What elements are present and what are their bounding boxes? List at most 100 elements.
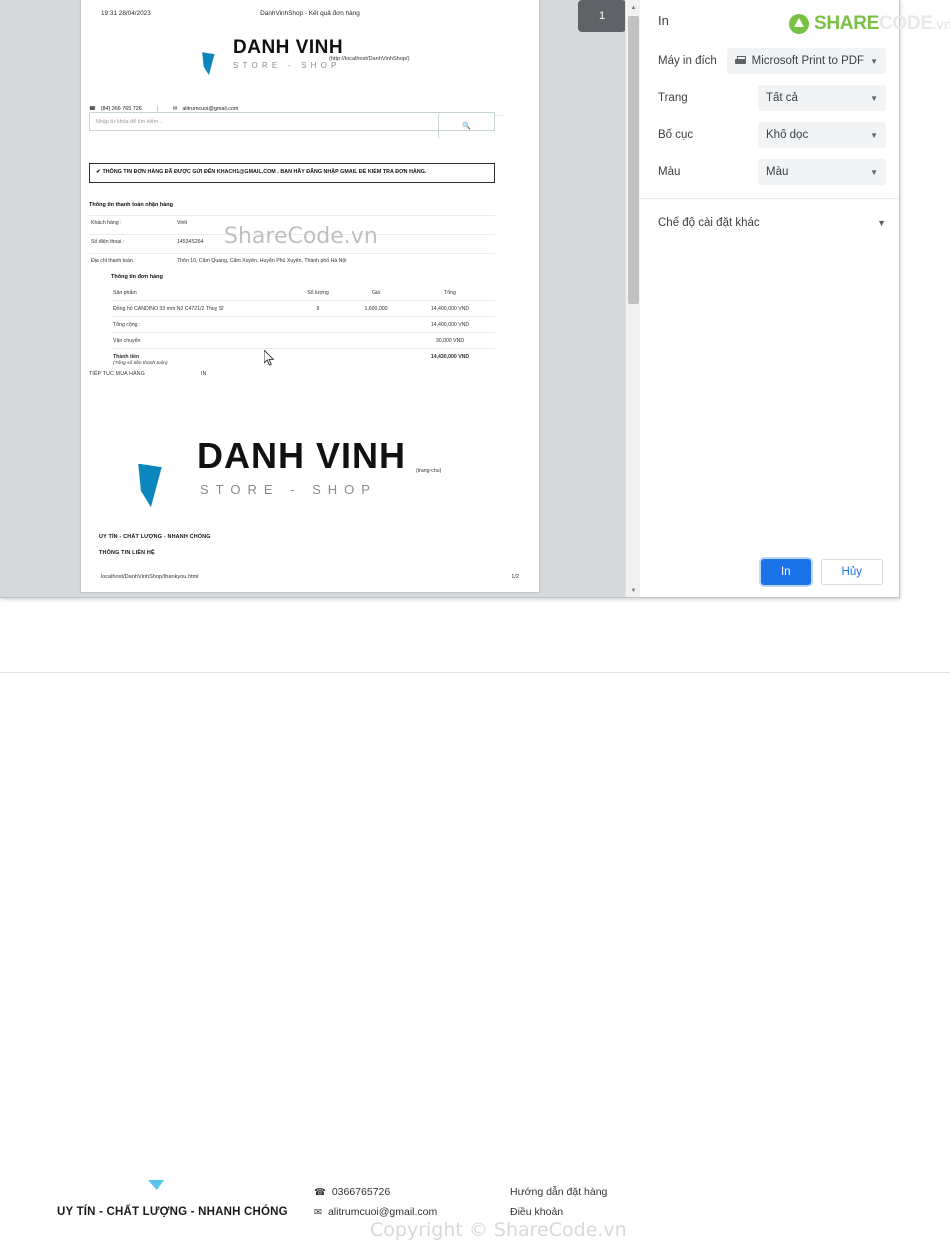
order-col-total: Tổng (444, 289, 456, 296)
sharecode-logo-icon (789, 14, 809, 34)
order-item-product: Đồng hồ CANDINO 33 mm N2 C4721/2 Thuỵ Sĩ (113, 305, 224, 312)
setting-color-label: Màu (658, 166, 681, 178)
shop-email: alitrumcuoi@gmail.com (182, 105, 239, 112)
scroll-down-arrow-icon[interactable]: ▼ (626, 583, 640, 597)
print-button[interactable]: In (760, 559, 811, 585)
destination-value: Microsoft Print to PDF (751, 55, 865, 67)
billing-row-phone: Số điện thoại : 14534S264 (89, 234, 495, 249)
billing-key-phone: Số điện thoại : (91, 239, 125, 245)
check-circle-icon: ✔ (96, 169, 101, 175)
billing-value-customer: Vinh (177, 220, 188, 226)
chevron-down-icon: ▼ (877, 218, 886, 228)
shop-logo-tagline: STORE - SHOP (233, 61, 341, 70)
settings-divider (640, 198, 899, 199)
site-footer-email: alitrumcuoi@gmail.com (327, 1206, 438, 1218)
print-link-button[interactable]: IN (201, 371, 207, 377)
search-input[interactable]: Nhập từ khóa để tìm kiếm... (90, 113, 438, 130)
layout-select[interactable]: Khổ dọc ▼ (758, 122, 886, 148)
envelope-icon: ✉ (314, 1206, 322, 1218)
pages-value: Tất cả (766, 92, 798, 104)
order-summary-grandtotal-label: Thành tiền (113, 353, 140, 360)
site-footer-copyright: Copyright © ShareCode.vn (370, 1219, 627, 1241)
color-select[interactable]: Màu ▼ (758, 159, 886, 185)
shop-logo-large-mark (113, 425, 197, 509)
home-link-label: (trang-chu) (416, 468, 442, 474)
setting-pages: Trang Tất cả ▼ (658, 85, 886, 111)
preview-timestamp: 19:31 28/04/2023 (101, 10, 151, 17)
preview-page: 19:31 28/04/2023 DanhVinhShop - Kết quả … (81, 0, 539, 592)
order-summary-grandtotal: Thành tiền (Tổng số tiền thanh toán) 14,… (111, 348, 495, 370)
shop-logo-mark (189, 32, 233, 76)
order-summary-shipping-value: 30,000 VND (435, 337, 465, 344)
more-settings-toggle[interactable]: Chế độ cài đặt khác ▼ (658, 212, 886, 234)
preview-footer-contact-title: THÔNG TIN LIÊN HỆ (99, 550, 155, 556)
billing-section-title: Thông tin thanh toán nhận hàng (89, 202, 174, 208)
setting-color: Màu Màu ▼ (658, 159, 886, 185)
order-table: Sản phẩm Số lượng Giá Tổng Đồng hồ CANDI… (111, 285, 495, 370)
setting-destination-label: Máy in đích (658, 55, 717, 67)
order-table-header: Sản phẩm Số lượng Giá Tổng (111, 285, 495, 300)
site-footer-link-order-guide[interactable]: Hướng dẫn đặt hàng (510, 1186, 607, 1198)
billing-row-customer: Khách hàng : Vinh (89, 215, 495, 230)
envelope-icon: ✉ (172, 105, 178, 112)
more-settings-label: Chế độ cài đặt khác (658, 217, 760, 229)
setting-layout-label: Bố cục (658, 129, 694, 141)
sharecode-logo-share: SHARE (814, 13, 880, 34)
order-col-qty: Số lượng (307, 289, 329, 296)
shop-logo-large: DANH VINH STORE - SHOP (113, 425, 406, 509)
billing-value-address: Thôn 10, Cẩm Quang, Cẩm Xuyên, Huyện Phú… (177, 258, 347, 264)
billing-key-address: Địa chỉ thanh toán : (91, 258, 136, 264)
site-footer-phone: 0366765726 (331, 1186, 391, 1198)
order-summary-shipping-label: Vận chuyển (113, 337, 141, 344)
chevron-down-icon: ▼ (870, 56, 878, 66)
site-footer-logo-fragment (148, 1180, 164, 1190)
shop-logo-large-name: DANH VINH (197, 435, 407, 476)
cancel-button[interactable]: Hủy (820, 559, 883, 585)
site-footer-email-row: ✉ alitrumcuoi@gmail.com (314, 1206, 437, 1218)
chevron-down-icon: ▼ (870, 93, 878, 103)
order-summary-subtotal: Tổng cộng : 14,400,000 VND (111, 316, 495, 332)
billing-value-phone: 14534S264 (177, 239, 204, 245)
search-icon[interactable]: 🔍 (438, 113, 494, 139)
order-col-product: Sản phẩm (113, 289, 137, 296)
order-item-total: 14,400,000 VND (430, 305, 470, 312)
pages-select[interactable]: Tất cả ▼ (758, 85, 886, 111)
shop-search-bar[interactable]: Nhập từ khóa để tìm kiếm... 🔍 (89, 112, 495, 139)
shop-logo: DANH VINH STORE - SHOP (189, 32, 343, 76)
preview-footer-pagenum: 1/2 (511, 574, 519, 580)
preview-page-footer: localhost/DanhVinhShop/thankyou.html 1/2 (101, 574, 519, 580)
phone-icon: ☎ (89, 105, 96, 112)
order-item-price: 1,600,000 (364, 305, 388, 312)
print-dialog-title: In (658, 13, 669, 28)
shop-logo-large-tagline: STORE - SHOP (200, 482, 377, 497)
destination-select[interactable]: Microsoft Print to PDF ▼ (726, 48, 886, 74)
preview-scrollbar[interactable]: ▲ ▼ (625, 0, 640, 597)
order-col-price: Giá (371, 289, 381, 296)
chevron-down-icon: ▼ (870, 167, 878, 177)
order-item-qty: 9 (316, 305, 320, 312)
order-summary-grandtotal-sublabel: (Tổng số tiền thanh toán) (113, 360, 168, 366)
sharecode-logo-code: CODE (879, 13, 933, 34)
continue-shopping-button[interactable]: TIẾP TỤC MUA HÀNG (89, 371, 145, 377)
order-sent-alert: ✔ THÔNG TIN ĐƠN HÀNG ĐÃ ĐƯỢC GỬI ĐẾN KHAC… (89, 163, 495, 183)
scroll-up-arrow-icon[interactable]: ▲ (626, 0, 640, 15)
print-preview-pane[interactable]: 19:31 28/04/2023 DanhVinhShop - Kết quả … (0, 0, 640, 597)
chevron-down-icon: ▼ (870, 130, 878, 140)
order-actions: TIẾP TỤC MUA HÀNG IN (89, 371, 207, 377)
scrollbar-thumb[interactable] (628, 16, 639, 304)
shop-phone: (84) 366 765 726 (100, 105, 142, 112)
shop-logo-name: DANH VINH (233, 37, 344, 58)
preview-footer-slogan: UY TÍN - CHẤT LƯỢNG - NHANH CHÓNG (99, 534, 211, 540)
print-dialog: 19:31 28/04/2023 DanhVinhShop - Kết quả … (0, 0, 900, 598)
site-footer-slogan: UY TÍN - CHẤT LƯỢNG - NHANH CHÓNG (57, 1206, 288, 1218)
site-footer: UY TÍN - CHẤT LƯỢNG - NHANH CHÓNG ☎ 0366… (0, 592, 950, 1241)
billing-row-address: Địa chỉ thanh toán : Thôn 10, Cẩm Quang,… (89, 253, 495, 268)
print-settings-pane: In Máy in đích Microsoft Print to PDF ▼ … (640, 0, 899, 597)
billing-key-customer: Khách hàng : (91, 220, 122, 226)
color-value: Màu (766, 166, 789, 178)
preview-footer-url: localhost/DanhVinhShop/thankyou.html (101, 574, 199, 580)
site-footer-phone-row: ☎ 0366765726 (314, 1186, 437, 1198)
printer-icon (734, 55, 746, 67)
site-footer-link-terms[interactable]: Điều khoản (510, 1206, 607, 1218)
phone-icon: ☎ (314, 1186, 326, 1198)
